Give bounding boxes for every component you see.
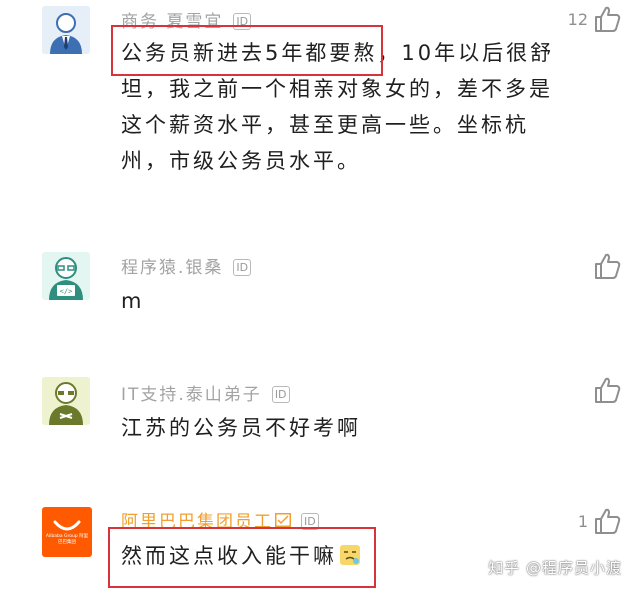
- commenter-name-text[interactable]: 程序猿.银桑: [121, 258, 223, 278]
- commenter-name-text[interactable]: 阿里巴巴集团员工: [121, 512, 273, 532]
- id-badge: ID: [301, 513, 319, 530]
- commenter-name-text[interactable]: IT支持.泰山弟子: [121, 385, 262, 405]
- verified-badge-icon: [275, 513, 291, 527]
- shrug-emoji-icon: [340, 545, 360, 565]
- svg-text:</>: </>: [60, 288, 73, 296]
- comment-text-content: 然而这点收入能干嘛: [121, 544, 337, 568]
- thumbs-up-icon: [595, 508, 621, 534]
- watermark: 知乎 @程序员小渡: [488, 559, 622, 577]
- like-button[interactable]: 1: [578, 506, 622, 536]
- thumbs-up-icon: [595, 377, 621, 403]
- programmer-avatar-icon: </>: [42, 252, 90, 300]
- commenter-name[interactable]: IT支持.泰山弟子 ID: [121, 380, 290, 405]
- comment-text: m: [121, 289, 145, 313]
- comment-text: 公务员新进去5年都要熬，10年以后很舒坦，我之前一个相亲对象女的，差不多是这个薪…: [121, 41, 555, 173]
- businessman-avatar-icon: [42, 6, 90, 54]
- avatar[interactable]: </>: [42, 252, 90, 300]
- alibaba-smile-icon: [53, 520, 81, 531]
- comment-text: 江苏的公务员不好考啊: [121, 416, 361, 440]
- like-button[interactable]: [588, 375, 622, 405]
- thumbs-up-icon: [595, 253, 621, 279]
- alibaba-logo-text: Alibaba Group 阿里巴巴集团: [45, 534, 89, 545]
- commenter-name[interactable]: 商务.夏雪宜 ID: [121, 7, 252, 32]
- id-badge: ID: [233, 13, 252, 30]
- like-count: 1: [577, 511, 588, 531]
- avatar[interactable]: [42, 377, 90, 425]
- id-badge: ID: [233, 259, 252, 276]
- avatar[interactable]: Alibaba Group 阿里巴巴集团: [42, 507, 92, 557]
- alibaba-logo: Alibaba Group 阿里巴巴集团: [42, 507, 92, 557]
- id-badge: ID: [271, 386, 290, 403]
- thumbs-up-icon: [595, 6, 621, 32]
- like-button[interactable]: 12: [568, 4, 622, 34]
- it-support-avatar-icon: [42, 377, 90, 425]
- commenter-name-text[interactable]: 商务.夏雪宜: [121, 12, 223, 32]
- like-count: 12: [567, 9, 588, 29]
- commenter-name[interactable]: 程序猿.银桑 ID: [121, 253, 252, 278]
- avatar[interactable]: [42, 6, 90, 54]
- commenter-name[interactable]: 阿里巴巴集团员工 ID: [121, 507, 319, 532]
- like-button[interactable]: [588, 251, 622, 281]
